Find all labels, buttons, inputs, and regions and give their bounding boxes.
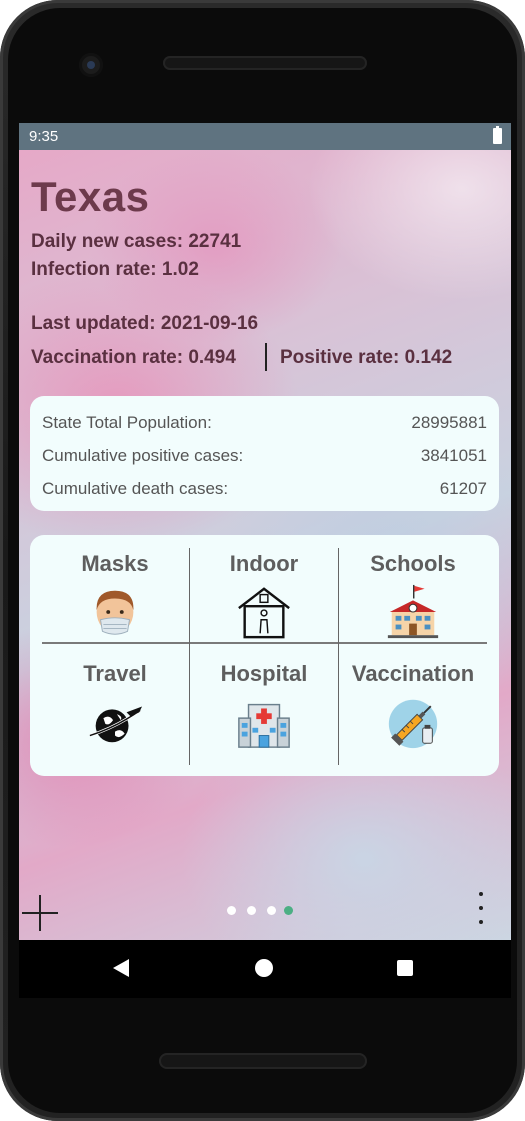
masked-face-icon	[96, 590, 134, 635]
category-label: Hospital	[220, 661, 308, 686]
bottom-speaker	[159, 1053, 367, 1069]
category-indoor[interactable]: Indoor	[190, 535, 338, 642]
recent-apps-icon[interactable]	[397, 960, 413, 976]
globe-plane-icon	[89, 706, 143, 743]
earpiece-speaker	[163, 56, 367, 70]
last-updated: Last updated: 2021-09-16	[31, 313, 259, 334]
add-icon[interactable]	[22, 895, 58, 931]
category-label: Travel	[83, 661, 147, 686]
page-indicator-dot	[267, 906, 276, 915]
state-title: Texas	[31, 173, 150, 220]
status-time: 9:35	[29, 128, 59, 145]
battery-icon	[493, 126, 502, 144]
home-icon[interactable]	[255, 959, 273, 977]
hospital-icon	[238, 703, 290, 748]
category-label: Indoor	[229, 551, 299, 576]
rate-divider	[265, 343, 267, 371]
stat-value: 61207	[439, 479, 487, 498]
stats-card: State Total Population: 28995881 Cumulat…	[30, 396, 499, 511]
more-options-icon[interactable]	[479, 892, 483, 928]
category-label: Vaccination	[351, 661, 475, 686]
category-vaccination[interactable]: Vaccination	[339, 645, 487, 752]
grid-divider-horizontal	[42, 642, 487, 644]
school-icon	[387, 584, 439, 639]
page-indicator-dot-active	[284, 906, 293, 915]
category-label: Masks	[81, 551, 149, 576]
vaccination-rate: Vaccination rate: 0.494	[31, 347, 236, 368]
stat-value: 28995881	[411, 413, 487, 432]
system-navigation-bar	[19, 940, 511, 998]
stat-row-deaths: Cumulative death cases: 61207	[42, 479, 487, 499]
status-bar: 9:35	[19, 123, 511, 150]
category-masks[interactable]: Masks	[41, 535, 189, 642]
stat-label: Cumulative positive cases:	[42, 446, 244, 465]
stat-row-positive: Cumulative positive cases: 3841051	[42, 446, 487, 466]
positive-rate: Positive rate: 0.142	[280, 347, 453, 368]
category-label: Schools	[370, 551, 456, 576]
category-schools[interactable]: Schools	[339, 535, 487, 642]
stat-row-population: State Total Population: 28995881	[42, 413, 487, 433]
daily-new-cases: Daily new cases: 22741	[31, 231, 242, 252]
stat-label: Cumulative death cases:	[42, 479, 229, 498]
syringe-icon	[388, 699, 438, 749]
page-indicator-dot	[247, 906, 256, 915]
stat-label: State Total Population:	[42, 413, 212, 432]
page-indicator-dot	[227, 906, 236, 915]
category-travel[interactable]: Travel	[41, 645, 189, 752]
back-icon[interactable]	[113, 959, 129, 977]
category-grid: Masks Indoor Schools Travel Hospital Vac…	[30, 535, 499, 776]
infection-rate: Infection rate: 1.02	[31, 259, 199, 280]
app-screen: 9:35 Texas Daily new cases: 22741 Infect…	[19, 123, 511, 940]
front-camera	[79, 53, 103, 77]
house-icon	[238, 587, 290, 639]
stat-value: 3841051	[420, 446, 487, 465]
category-hospital[interactable]: Hospital	[190, 645, 338, 752]
phone-frame: 9:35 Texas Daily new cases: 22741 Infect…	[0, 0, 525, 1121]
bottom-bar	[19, 880, 511, 940]
